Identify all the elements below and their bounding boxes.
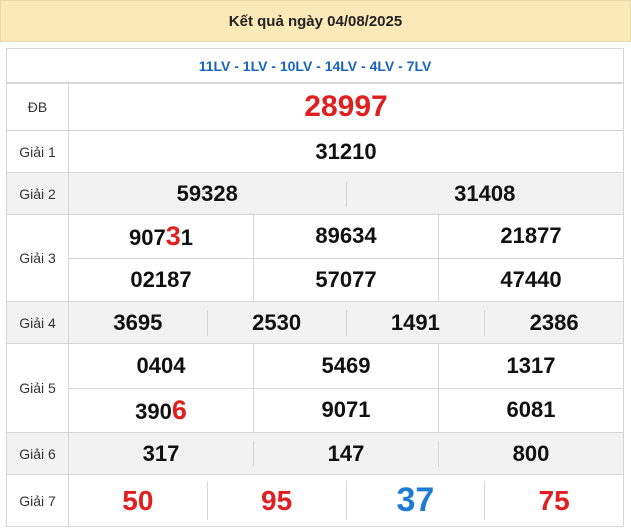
lottery-codes: 11LV - 1LV - 10LV - 14LV - 4LV - 7LV (6, 48, 624, 83)
prize-3-number: 02187 (130, 266, 192, 292)
special-prize-number: 28997 (304, 90, 388, 123)
prize-label-7: Giải 7 (6, 474, 69, 527)
prize-7-number: 37 (396, 481, 435, 519)
highlight-digit: 3 (165, 220, 181, 251)
prize-4-number: 1491 (390, 309, 440, 335)
results-panel: Kết quả ngày 04/08/2025 11LV - 1LV - 10L… (0, 0, 631, 530)
prize-row-7: Giải 7 50 95 37 75 (6, 474, 624, 527)
prize-4-number: 2530 (252, 309, 302, 335)
prize-label-4: Giải 4 (6, 301, 69, 344)
prize-label-5: Giải 5 (6, 343, 69, 433)
prize-5-number: 5469 (321, 352, 371, 378)
prize-4-number: 3695 (113, 309, 163, 335)
prize-3-number: 21877 (500, 223, 562, 249)
prize-7-number: 75 (538, 484, 570, 516)
prize-5-number: 3906 (135, 394, 187, 425)
prize-2-number: 31408 (454, 180, 516, 206)
prize-3-number: 89634 (315, 223, 377, 249)
prize-6-number: 317 (142, 440, 180, 466)
prize-4-number: 2386 (529, 309, 579, 335)
prize-6-number: 147 (327, 440, 365, 466)
result-date-header: Kết quả ngày 04/08/2025 (0, 0, 631, 42)
highlight-digit: 6 (171, 394, 187, 425)
prize-label-2: Giải 2 (6, 172, 69, 215)
prize-row-db: ĐB 28997 (6, 83, 624, 131)
prize-6-number: 800 (512, 440, 550, 466)
prize-3-number: 57077 (315, 266, 377, 292)
prize-row-2: Giải 2 59328 31408 (6, 172, 624, 215)
results-table: ĐB 28997 Giải 1 31210 Giải 2 59328 31408… (6, 83, 624, 527)
prize-value-1: 31210 (68, 130, 624, 173)
prize-7-number: 95 (261, 484, 293, 516)
prize-5-number: 6081 (506, 397, 556, 423)
prize-row-6: Giải 6 317 147 800 (6, 432, 624, 475)
prize-row-4: Giải 4 3695 2530 1491 2386 (6, 301, 624, 344)
prize-5-number: 1317 (506, 352, 556, 378)
prize-2-number: 59328 (176, 180, 238, 206)
prize-label-6: Giải 6 (6, 432, 69, 475)
prize-1-number: 31210 (315, 138, 377, 164)
prize-value-db: 28997 (68, 83, 624, 131)
prize-label-3: Giải 3 (6, 214, 69, 302)
prize-5-number: 9071 (321, 397, 371, 423)
prize-7-number: 50 (122, 484, 154, 516)
prize-3-number: 47440 (500, 266, 562, 292)
prize-row-1: Giải 1 31210 (6, 130, 624, 173)
prize-3-number: 90731 (129, 220, 193, 251)
prize-row-5: Giải 5 0404 5469 1317 3906 9071 6081 (6, 343, 624, 433)
prize-row-3: Giải 3 90731 89634 21877 02187 57077 474… (6, 214, 624, 302)
prize-5-number: 0404 (136, 352, 186, 378)
prize-label-1: Giải 1 (6, 130, 69, 173)
prize-label-db: ĐB (6, 83, 69, 131)
